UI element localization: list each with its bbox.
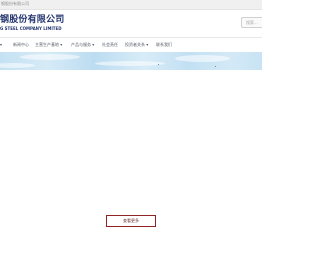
- nav-item-production-bases[interactable]: 主营生产基地 ▾: [35, 42, 62, 48]
- view-more-button[interactable]: 查看更多: [106, 215, 156, 227]
- cloud-wisp: [20, 54, 80, 60]
- nav-item-products-services[interactable]: 产品与服务 ▾: [71, 42, 94, 48]
- view-more-label: 查看更多: [123, 218, 139, 223]
- logo-english-name: G STEEL COMPANY LIMITED: [0, 26, 62, 31]
- banner-dot: [158, 64, 159, 65]
- hero-banner: [0, 52, 262, 70]
- cloud-wisp: [95, 61, 165, 66]
- cloud-wisp: [0, 63, 35, 68]
- logo-chinese-name: 钢股份有限公司: [0, 15, 65, 25]
- top-bar-text: 钢股份有限公司: [1, 1, 29, 6]
- nav-item-contact-us[interactable]: 联系我们: [156, 42, 172, 48]
- main-navigation: ▾ 新闻中心 主营生产基地 ▾ 产品与服务 ▾ 社会责任 投资者关系 ▾ 联系我…: [0, 37, 262, 52]
- site-header: 钢股份有限公司 G STEEL COMPANY LIMITED 搜索...: [0, 10, 262, 36]
- nav-item-dropdown[interactable]: ▾: [0, 42, 2, 48]
- nav-item-investor-relations[interactable]: 投资者关系 ▾: [125, 42, 148, 48]
- cloud-wisp: [175, 55, 230, 62]
- banner-dot: [215, 66, 216, 67]
- top-info-bar: 钢股份有限公司: [0, 0, 262, 10]
- main-content-area: [0, 70, 262, 261]
- search-placeholder: 搜索...: [246, 20, 258, 25]
- nav-item-social-responsibility[interactable]: 社会责任: [102, 42, 118, 48]
- search-input[interactable]: 搜索...: [241, 17, 262, 28]
- nav-item-news[interactable]: 新闻中心: [13, 42, 29, 48]
